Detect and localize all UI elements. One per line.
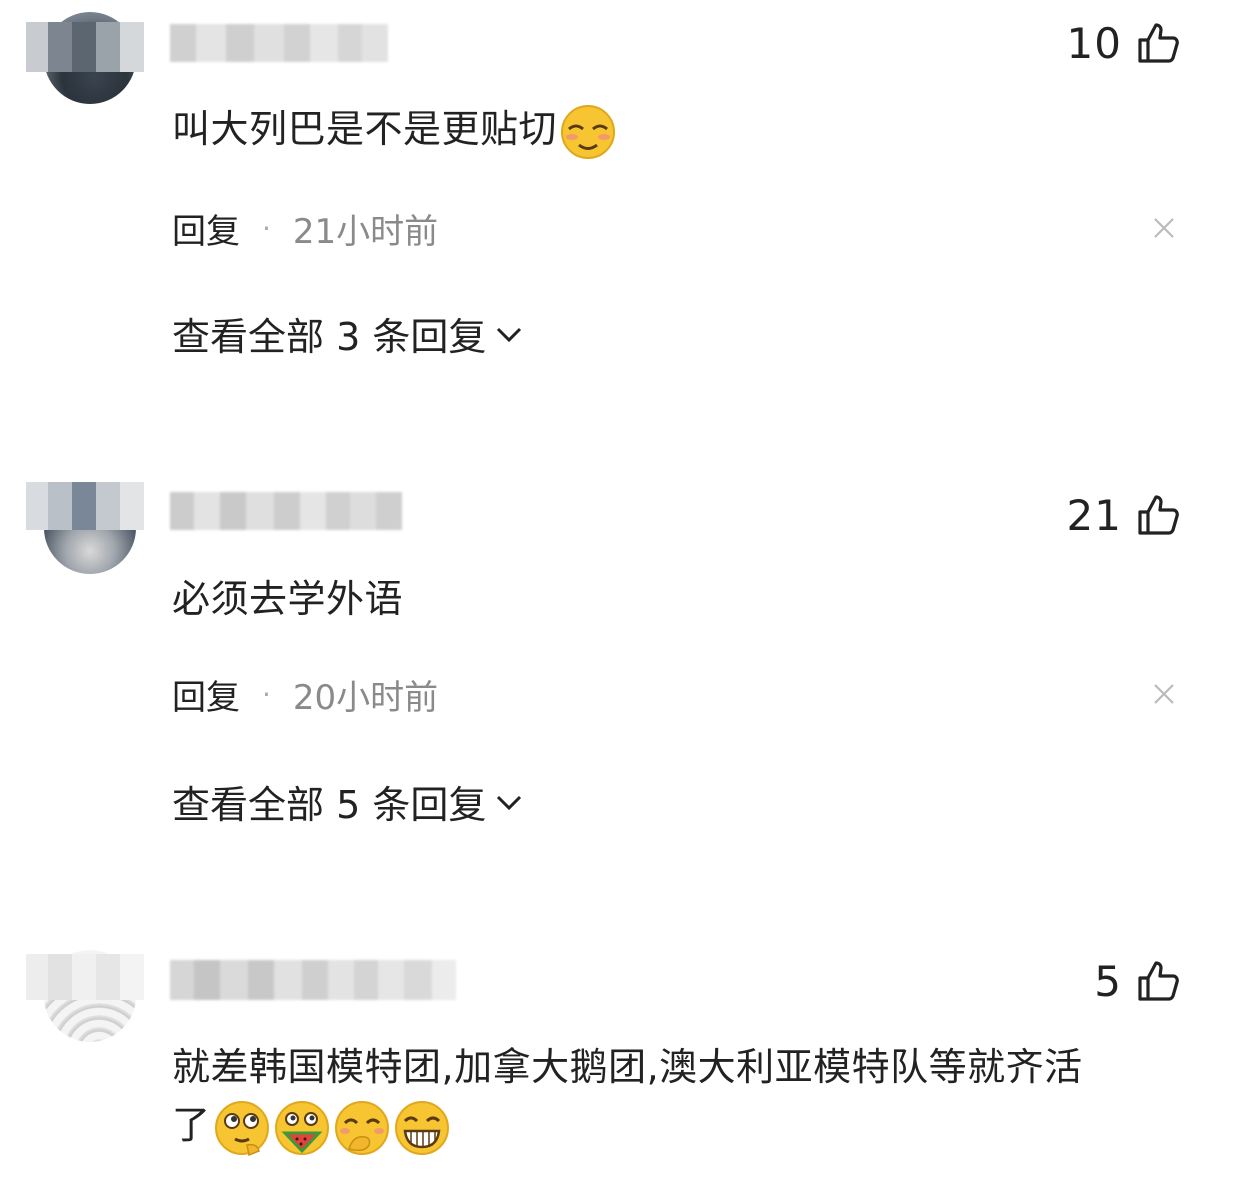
avatar-mosaic (26, 954, 144, 1000)
avatar-mosaic (26, 482, 144, 530)
thinking-face-emoji (214, 1100, 269, 1156)
comment-text-content: 叫大列巴是不是更贴切 (172, 107, 558, 151)
close-icon[interactable] (1152, 216, 1176, 240)
eating-melon-emoji (274, 1100, 329, 1155)
separator: · (262, 212, 271, 245)
like-button[interactable]: 10 (1067, 18, 1180, 68)
reply-button[interactable]: 回复 (172, 204, 240, 253)
like-count: 21 (1066, 490, 1122, 540)
view-all-replies-label: 查看全部 3 条回复 (172, 315, 487, 359)
separator: · (262, 678, 271, 711)
username-blurred[interactable] (170, 960, 456, 1000)
reply-button[interactable]: 回复 (172, 670, 240, 719)
like-button[interactable]: 21 (1067, 490, 1180, 540)
view-all-replies-button[interactable]: 查看全部 3 条回复 (172, 306, 524, 361)
close-icon[interactable] (1152, 682, 1176, 706)
thumbs-up-icon (1138, 961, 1179, 1001)
username-blurred[interactable] (170, 492, 402, 530)
comment-text-content: 必须去学外语 (172, 577, 404, 621)
avatar-mosaic (26, 22, 144, 72)
timestamp: 20小时前 (292, 678, 439, 718)
comment-text: 必须去学外语 (172, 570, 403, 628)
chevron-down-icon (497, 327, 522, 342)
like-count: 5 (1094, 956, 1122, 1006)
timestamp: 21小时前 (292, 212, 439, 252)
comment-text: 叫大列巴是不是更贴切 (172, 100, 617, 161)
comment-text: 就差韩国模特团,加拿大鹅团,澳大利亚模特队等就齐活 (172, 1038, 1083, 1096)
grinning-face-emoji (394, 1100, 449, 1155)
thumbs-up-icon (1138, 23, 1179, 63)
view-all-replies-label: 查看全部 5 条回复 (172, 783, 487, 827)
like-count: 10 (1066, 18, 1122, 68)
username-blurred[interactable] (170, 24, 388, 62)
comment-meta: 回复 · 21小时前 (172, 204, 438, 253)
covering-mouth-emoji (334, 1100, 389, 1155)
comment-text-line: 了 (172, 1103, 211, 1147)
view-all-replies-button[interactable]: 查看全部 5 条回复 (172, 774, 524, 829)
comment-meta: 回复 · 20小时前 (172, 670, 438, 719)
chevron-down-icon (497, 795, 522, 810)
smug-face-emoji (561, 104, 616, 159)
thumbs-up-icon (1138, 495, 1179, 535)
comment-text: 了 (172, 1096, 451, 1157)
like-button[interactable]: 5 (1094, 956, 1180, 1006)
comment-text-line: 就差韩国模特团,加拿大鹅团,澳大利亚模特队等就齐活 (172, 1045, 1083, 1089)
